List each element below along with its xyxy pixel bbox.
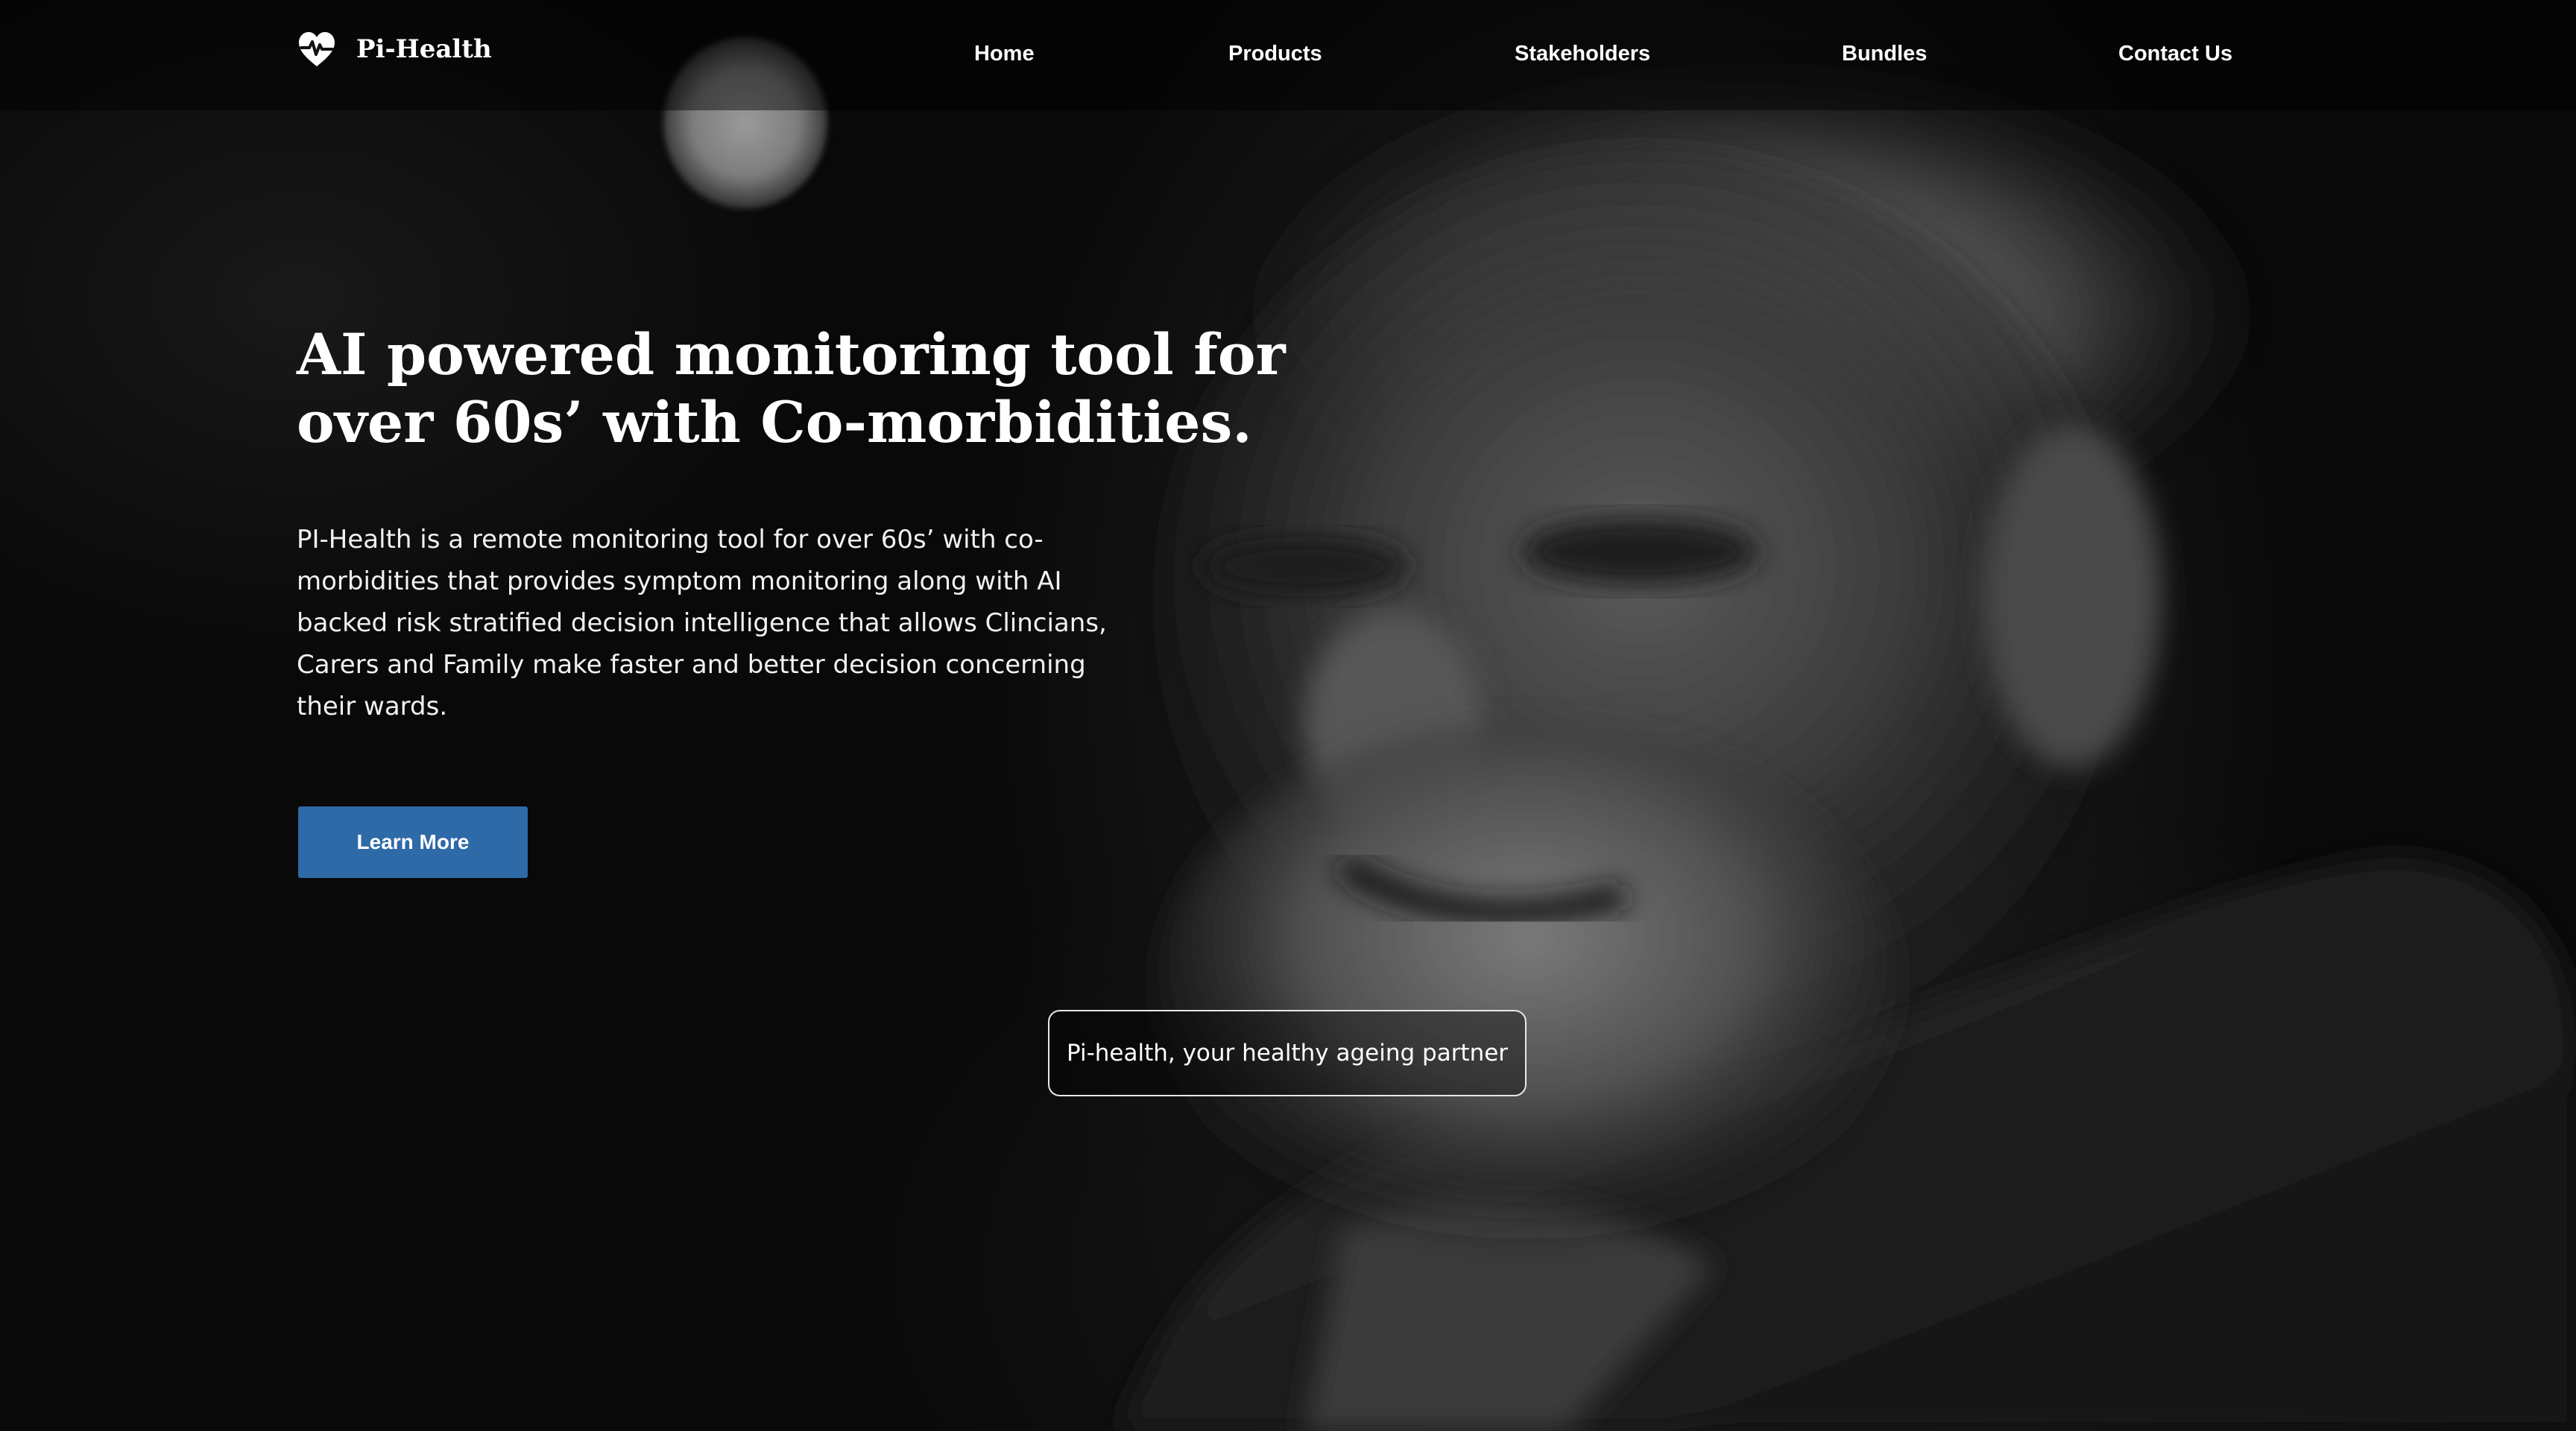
- brand-name: Pi-Health: [356, 34, 492, 64]
- nav-bundles-link[interactable]: Bundles: [1842, 39, 1927, 69]
- tagline-badge: Pi-health, your healthy ageing partner: [1048, 1010, 1527, 1096]
- nav-home-link[interactable]: Home: [974, 39, 1035, 69]
- hero-headline-line-1: AI powered monitoring tool for: [297, 321, 1286, 388]
- learn-more-button[interactable]: Learn More: [298, 806, 528, 878]
- nav-products-link[interactable]: Products: [1228, 39, 1322, 69]
- hero-headline: AI powered monitoring tool for over 60s’…: [297, 320, 1340, 456]
- hero-headline-line-2: over 60s’ with Co-morbidities.: [297, 389, 1252, 455]
- hero-description: PI-Health is a remote monitoring tool fo…: [297, 525, 1107, 721]
- top-navigation-bar: Pi-Health Home Products Stakeholders Bun…: [0, 0, 2576, 110]
- nav-contact-us-link[interactable]: Contact Us: [2118, 39, 2232, 69]
- heartbeat-heart-icon: [297, 30, 337, 69]
- nav-stakeholders-link[interactable]: Stakeholders: [1515, 39, 1650, 69]
- tagline-text: Pi-health, your healthy ageing partner: [1066, 1040, 1509, 1067]
- brand-logo[interactable]: Pi-Health: [297, 30, 492, 69]
